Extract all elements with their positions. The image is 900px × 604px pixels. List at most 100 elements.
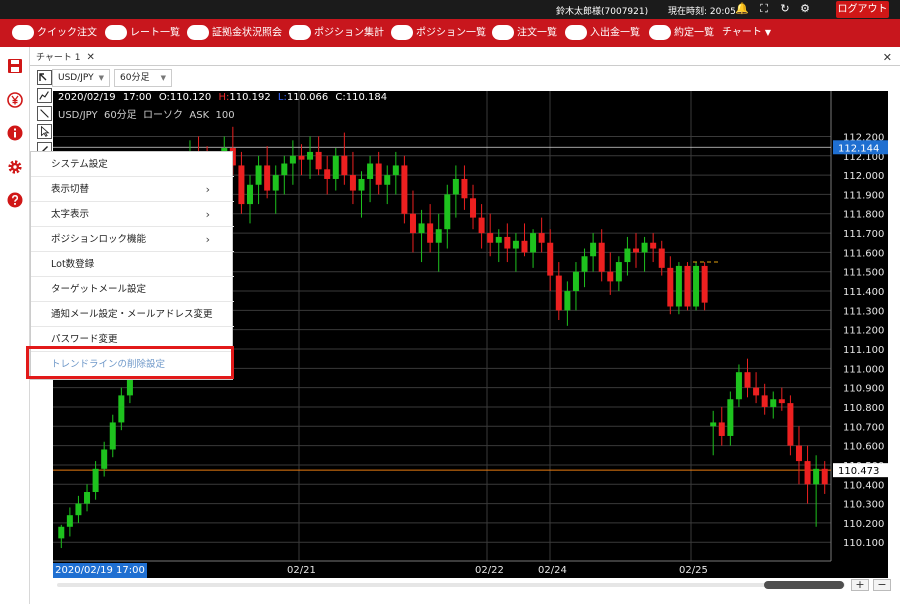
candle-body	[615, 262, 622, 282]
chart-home-icon[interactable]	[37, 70, 52, 85]
tab-chart-1[interactable]: チャート 1 ✕	[36, 50, 95, 66]
candle-body	[341, 155, 348, 176]
toggle-icon	[492, 25, 514, 40]
menu-system-settings[interactable]: システム設定	[31, 152, 234, 177]
candle-body	[761, 395, 768, 407]
ohlc-open: O:110.120	[158, 92, 212, 103]
yen-icon[interactable]	[7, 92, 23, 108]
candle-body	[693, 265, 700, 307]
chart-subtitle: USD/JPY 60分足 ローソク ASK 100	[58, 110, 235, 121]
menu-position-summary[interactable]: ポジション集計	[289, 25, 384, 41]
menu-bold-display[interactable]: 太字表示 ›	[31, 202, 234, 227]
line-chart-tool-icon[interactable]	[37, 88, 52, 103]
menu-position-list[interactable]: ポジション一覧	[391, 25, 486, 41]
menu-rate-list[interactable]: レート一覧	[105, 25, 180, 41]
pointer-tool-icon[interactable]	[37, 124, 52, 139]
candle-body	[84, 491, 91, 504]
save-icon[interactable]	[7, 58, 23, 74]
chart-scrollbar[interactable]	[53, 579, 847, 591]
menu-order-list[interactable]: 注文一覧	[492, 25, 557, 41]
menu-item-label: トレンドラインの削除設定	[51, 359, 166, 370]
menu-item-label: ポジションロック機能	[51, 234, 147, 245]
menu-item-label: ターゲットメール設定	[51, 284, 147, 295]
menu-deposit-list[interactable]: 入出金一覧	[565, 25, 640, 41]
menu-position-lock[interactable]: ポジションロック機能 ›	[31, 227, 234, 252]
menu-target-mail[interactable]: ターゲットメール設定	[31, 277, 234, 302]
candle-body	[572, 271, 579, 292]
menu-execution-list[interactable]: 約定一覧	[649, 25, 714, 41]
menu-item-label: 通知メール設定・メールアドレス変更	[51, 309, 213, 320]
scroll-thumb[interactable]	[764, 581, 844, 589]
candle-body	[744, 372, 751, 388]
menu-trendline-delete-settings[interactable]: トレンドラインの削除設定	[31, 352, 234, 377]
candle-body	[272, 175, 279, 191]
info-icon[interactable]	[7, 125, 23, 141]
zoom-out-button[interactable]: −	[873, 579, 891, 591]
candle-body	[461, 178, 468, 199]
price-tick-label: 111.600	[843, 248, 884, 259]
candle-body	[315, 151, 322, 170]
candle-body	[641, 242, 648, 253]
refresh-icon[interactable]: ↻	[778, 2, 792, 16]
candle-body	[658, 248, 665, 268]
menu-item-label: 太字表示	[51, 209, 90, 220]
candle-body	[598, 242, 605, 272]
left-sidebar	[0, 47, 30, 604]
candle-body	[684, 265, 691, 307]
candle-body	[332, 155, 339, 179]
menu-label: ポジション一覧	[416, 27, 486, 39]
candle-body	[470, 198, 477, 218]
menu-notification-mail[interactable]: 通知メール設定・メールアドレス変更	[31, 302, 234, 327]
price-tick-label: 110.100	[843, 538, 884, 549]
menu-label: ポジション集計	[314, 27, 384, 39]
level-line-label: 110.473	[838, 466, 879, 477]
candle-body	[101, 449, 108, 469]
candle-body	[264, 165, 271, 191]
candle-body	[246, 184, 254, 205]
fullscreen-icon[interactable]: ⛶	[757, 2, 771, 16]
menu-quick-order[interactable]: クイック注文	[12, 25, 97, 41]
candle-body	[349, 175, 356, 191]
help-icon[interactable]	[7, 192, 23, 208]
ohlc-high-prefix: H:	[218, 92, 230, 103]
candle-body	[675, 265, 682, 307]
logout-button[interactable]: ログアウト	[836, 1, 889, 18]
candle-body	[624, 248, 631, 263]
date-tick-label: 02/24	[538, 565, 567, 576]
menu-label: 注文一覧	[517, 27, 557, 39]
main-menu: クイック注文 レート一覧 証拠金状況照会 ポジション集計 ポジション一覧 注文一…	[0, 19, 900, 47]
candle-body	[427, 223, 434, 243]
candle-body	[512, 240, 519, 249]
gear-icon[interactable]: ⚙	[798, 2, 812, 16]
trendline-tool-icon[interactable]	[37, 106, 52, 121]
toggle-icon	[12, 25, 34, 40]
menu-chart[interactable]: チャート ▼	[722, 25, 771, 41]
menu-lot-registration[interactable]: Lot数登録	[31, 252, 234, 277]
menu-label: 証拠金状況照会	[212, 27, 282, 39]
menu-label: 入出金一覧	[590, 27, 640, 39]
tab-label: チャート 1	[36, 53, 81, 63]
candle-body	[538, 233, 545, 243]
price-tick-label: 111.100	[843, 345, 884, 356]
settings-context-menu: システム設定 表示切替 › 太字表示 › ポジションロック機能 › Lot数登録 ター…	[30, 151, 234, 380]
zoom-in-button[interactable]: +	[851, 579, 869, 591]
price-tick-label: 111.300	[843, 306, 884, 317]
settings-gear-icon[interactable]	[7, 159, 23, 175]
bell-icon[interactable]: 🔔	[735, 2, 749, 16]
menu-password-change[interactable]: パスワード変更	[31, 327, 234, 352]
candle-body	[384, 175, 391, 185]
ohlc-time: 17:00	[122, 92, 152, 103]
date-tick-label: 02/21	[287, 565, 316, 576]
window-close-icon[interactable]: ✕	[883, 50, 892, 66]
interval-select[interactable]: 60分足 ▼	[114, 69, 172, 87]
menu-display-toggle[interactable]: 表示切替 ›	[31, 177, 234, 202]
symbol-select[interactable]: USD/JPY ▼	[52, 69, 110, 87]
menu-margin-status[interactable]: 証拠金状況照会	[187, 25, 282, 41]
chevron-right-icon: ›	[205, 233, 210, 246]
candle-body	[66, 515, 73, 527]
candle-body	[409, 213, 416, 234]
close-icon[interactable]: ✕	[87, 52, 95, 63]
candle-body	[435, 229, 442, 243]
price-tick-label: 111.000	[843, 364, 884, 375]
ohlc-close: C:110.184	[335, 92, 388, 103]
